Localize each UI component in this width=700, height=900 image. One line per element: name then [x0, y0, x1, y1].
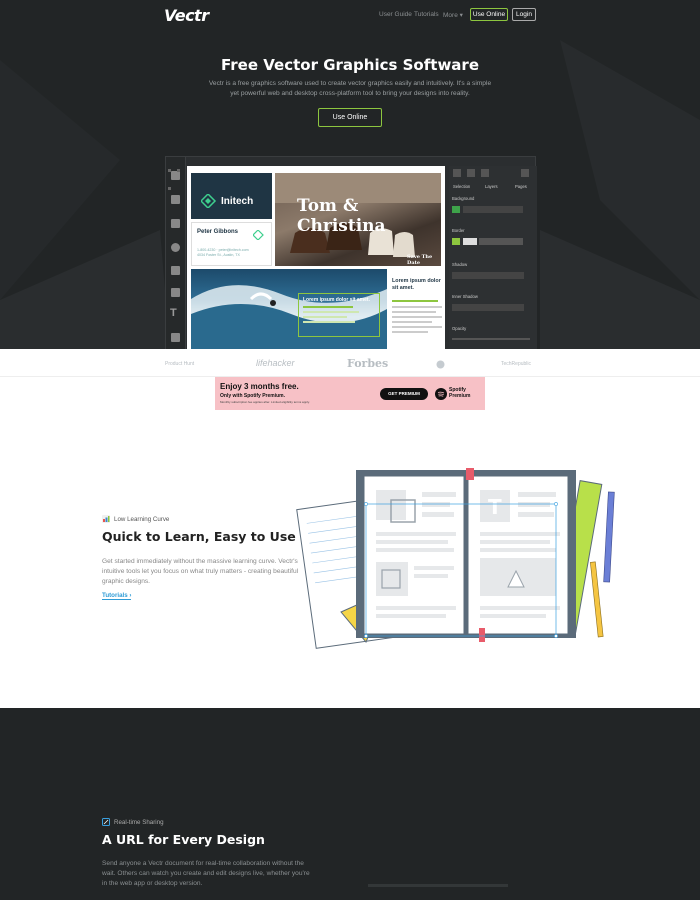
svg-text:T: T [488, 495, 502, 519]
lifehacker-logo: lifehacker [256, 358, 295, 368]
get-premium-button[interactable]: GET PREMIUM [380, 388, 428, 400]
tool-sidebar: T [166, 157, 186, 350]
product-hunt-logo: Product Hunt [165, 361, 195, 367]
login-button[interactable]: Login [512, 8, 536, 21]
shadow-fields[interactable] [452, 272, 524, 279]
app-screenshot-mockup: T Initech Peter Gibbons 1-800-4230 · pet… [165, 156, 537, 350]
article-text-lines [392, 300, 442, 333]
hero-section: Vectr User Guide Tutorials More ▾ Use On… [0, 0, 700, 350]
hero-use-online-button[interactable]: Use Online [318, 108, 382, 127]
ad-fine-print: Monthly subscription fee applies after. … [220, 400, 310, 404]
surf-heading: Lorem ipsum dolor sit amet. [303, 297, 370, 303]
panel-tool-icon-3[interactable] [481, 169, 489, 177]
nav-link-user-guide[interactable]: User Guide [379, 11, 412, 18]
inner-shadow-label: Inner Shadow [452, 294, 478, 299]
vectr-logo[interactable]: Vectr [164, 6, 209, 25]
hero-subtitle: Vectr is a free graphics software used t… [208, 80, 492, 97]
feature2-body: Send anyone a Vectr document for real-ti… [102, 860, 310, 887]
background-swatch[interactable] [452, 206, 460, 213]
couple-names: Tom & Christina [297, 196, 386, 236]
feature2-tag: Real-time Sharing [102, 818, 164, 826]
share-link-icon [102, 818, 110, 826]
nav-link-tutorials[interactable]: Tutorials [414, 11, 439, 18]
ad-subtitle: Only with Spotify Premium. [220, 393, 286, 399]
square-tool-icon [171, 219, 180, 228]
feature-title: Quick to Learn, Easy to Use [102, 529, 296, 544]
initech-small-logo-icon [253, 230, 264, 240]
feature-tag-label: Low Learning Curve [114, 516, 170, 523]
ad-title: Enjoy 3 months free. [220, 382, 299, 391]
properties-panel: Selection Layers Pages Background Border… [449, 166, 537, 350]
spotify-brand: Spotify Premium [435, 386, 481, 402]
tab-pages[interactable]: Pages [515, 184, 527, 189]
background-field[interactable] [463, 206, 523, 213]
nav-use-online-button[interactable]: Use Online [470, 8, 508, 21]
ellipse-tool-icon [171, 243, 180, 252]
person-meta: 1-800-4230 · peter@initech.com 4034 Fost… [197, 248, 249, 258]
border-swatch[interactable] [452, 238, 460, 245]
pen-tool-icon [171, 288, 180, 297]
article-heading: Lorem ipsum dolor sit amet. [392, 278, 441, 291]
person-address-line: 4034 Foster St., Austin, TX [197, 253, 240, 257]
feature-low-learning-curve: Low Learning Curve Quick to Learn, Easy … [0, 410, 700, 708]
image-tool-icon [171, 333, 180, 342]
initech-logo-icon [201, 194, 217, 208]
spotify-ad-banner[interactable]: Enjoy 3 months free. Only with Spotify P… [215, 377, 485, 410]
shape-tool-icon [171, 266, 180, 275]
feature2-tag-label: Real-time Sharing [114, 819, 164, 826]
rectangle-tool-icon [171, 195, 180, 204]
opacity-slider[interactable] [452, 338, 530, 340]
spotify-brand-text: Spotify Premium [449, 387, 471, 399]
panel-user-icon[interactable] [521, 169, 529, 177]
panel-tabs: Selection Layers Pages [449, 184, 537, 193]
learning-curve-icon [102, 515, 110, 523]
save-the-date-label: Save The Date [407, 254, 433, 266]
nav-link-more[interactable]: More ▾ [443, 11, 463, 19]
hero-title: Free Vector Graphics Software [221, 56, 479, 74]
text-tool-icon: T [170, 307, 177, 319]
press-logos: Product Hunt lifehacker Forbes TechRepub… [0, 349, 700, 377]
forbes-logo: Forbes [347, 357, 389, 370]
tutorials-link[interactable]: Tutorials › [102, 592, 132, 600]
feature-tag: Low Learning Curve [102, 515, 169, 523]
techrepublic-logo: TechRepublic [501, 361, 532, 367]
feature-body: Get started immediately without the mass… [102, 558, 299, 585]
book-illustration: T [296, 468, 615, 649]
panel-tool-icon-2[interactable] [467, 169, 475, 177]
design-canvas: Initech Peter Gibbons 1-800-4230 · peter… [187, 166, 445, 350]
person-name: Peter Gibbons [197, 229, 239, 235]
surf-text-lines [303, 306, 363, 323]
panel-tool-icon-1[interactable] [453, 169, 461, 177]
border-label: Border [452, 228, 465, 233]
top-nav: Vectr User Guide Tutorials More ▾ Use On… [0, 0, 700, 30]
inner-shadow-fields[interactable] [452, 304, 524, 311]
tab-selection[interactable]: Selection [453, 184, 470, 189]
shadow-label: Shadow [452, 262, 468, 267]
feature-realtime-sharing: Real-time Sharing A URL for Every Design… [0, 708, 700, 900]
feature2-title: A URL for Every Design [102, 832, 265, 847]
company-name: Initech [221, 196, 254, 207]
opacity-label: Opacity [452, 326, 467, 331]
press-circle-logo [436, 360, 445, 371]
spotify-icon [435, 388, 447, 400]
border-width-field[interactable] [463, 238, 477, 245]
border-style-select[interactable] [479, 238, 523, 245]
window-controls [168, 159, 188, 190]
collaboration-preview [368, 884, 508, 887]
background-label: Background [452, 196, 475, 201]
tab-layers[interactable]: Layers [485, 184, 498, 189]
